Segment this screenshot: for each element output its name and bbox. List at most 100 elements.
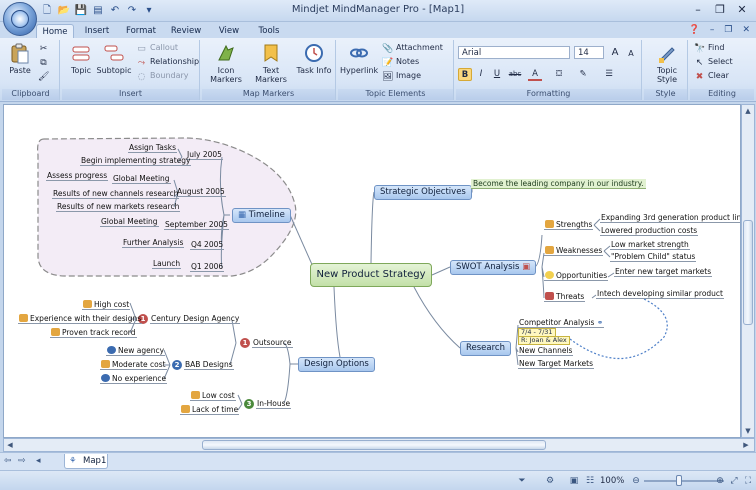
underline-button[interactable]: U [490, 68, 504, 81]
topic-in-house[interactable]: In-House [256, 399, 292, 409]
topic-august-2005[interactable]: August 2005 [176, 187, 226, 197]
strategic-note[interactable]: Become the leading company in our indust… [471, 179, 646, 189]
attachment-button[interactable]: 📎 Attachment [382, 42, 443, 54]
topic-global-meeting-2[interactable]: Global Meeting [100, 217, 159, 227]
ribbon-close-icon[interactable]: ✕ [742, 25, 750, 35]
zoom-slider-track[interactable] [644, 480, 724, 482]
topic-results-channels[interactable]: Results of new channels research [52, 189, 180, 199]
topic-new-channels[interactable]: New Channels [518, 346, 574, 356]
tab-home[interactable]: Home [36, 24, 74, 39]
topic-new-agency[interactable]: New agency [106, 346, 166, 356]
select-button[interactable]: ↖ Select [694, 56, 733, 68]
topic-global-meeting-1[interactable]: Global Meeting [112, 174, 171, 184]
topic-assign-tasks[interactable]: Assign Tasks [128, 143, 178, 153]
topic-threat-1[interactable]: Intech developing similar product [596, 289, 724, 299]
tab-format[interactable]: Format [124, 24, 158, 39]
topic-further-analysis[interactable]: Further Analysis [122, 238, 185, 248]
icon-markers-button[interactable]: Icon Markers [202, 42, 250, 84]
topic-lack-of-time[interactable]: Lack of time [180, 405, 240, 415]
topic-no-experience[interactable]: No experience [100, 374, 168, 384]
line-color-button[interactable]: ✎ [576, 68, 590, 81]
forward-arrow-icon[interactable]: ⇨ [18, 456, 26, 466]
text-markers-button[interactable]: Text Markers [252, 42, 290, 84]
topic-weakness-2[interactable]: "Problem Child" status [610, 252, 697, 262]
format-painter-button[interactable]: 🖌 [38, 70, 52, 82]
topic-outsource[interactable]: Outsource [252, 338, 293, 348]
vertical-scrollbar[interactable]: ▲ ▼ [741, 104, 755, 438]
font-size-select[interactable]: 14 [574, 46, 604, 59]
topic-july-2005[interactable]: July 2005 [186, 150, 223, 160]
topic-results-markets[interactable]: Results of new markets research [56, 202, 181, 212]
shrink-font-button[interactable]: A [624, 47, 638, 60]
find-button[interactable]: 🔭 Find [694, 42, 724, 54]
topic-weaknesses[interactable]: Weaknesses [544, 246, 604, 256]
restore-button[interactable]: ❐ [710, 2, 730, 18]
italic-button[interactable]: I [474, 68, 488, 81]
help-icon[interactable]: ❓ [689, 25, 700, 35]
fill-color-button[interactable]: ⛋ [552, 68, 566, 81]
subtopic-button[interactable]: Subtopic [96, 42, 132, 75]
topic-research[interactable]: Research [460, 341, 511, 356]
topic-strength-1[interactable]: Expanding 3rd generation product line [600, 213, 740, 223]
notes-button[interactable]: 📝 Notes [382, 56, 419, 68]
close-button[interactable]: ✕ [732, 2, 752, 18]
topic-timeline[interactable]: ▦ Timeline [232, 208, 291, 223]
topic-september-2005[interactable]: September 2005 [164, 220, 229, 230]
grow-font-button[interactable]: A [608, 46, 622, 59]
zoom-slider-thumb[interactable] [676, 475, 682, 486]
sheet-tab-map1[interactable]: ⚘ Map1 [64, 454, 108, 469]
topic-begin-implementing[interactable]: Begin implementing strategy [80, 156, 192, 166]
fit-map-icon[interactable]: ⤢ [728, 475, 740, 487]
strikethrough-button[interactable]: abc [506, 68, 524, 81]
font-name-select[interactable]: Arial [458, 46, 570, 59]
topic-launch[interactable]: Launch [152, 259, 182, 269]
office-button[interactable] [3, 2, 37, 36]
topic-proven[interactable]: Proven track record [50, 328, 137, 338]
font-color-button[interactable]: A [528, 68, 542, 81]
topic-button[interactable]: Topic [66, 42, 96, 75]
topic-q1-2006[interactable]: Q1 2006 [190, 262, 225, 272]
topic-century-design-agency[interactable]: Century Design Agency [150, 314, 241, 324]
topic-moderate-cost[interactable]: Moderate cost [100, 360, 167, 370]
callout-button[interactable]: ▭ Callout [136, 42, 178, 54]
topic-swot-analysis[interactable]: SWOT Analysis ▣ [450, 260, 537, 275]
topic-opportunity-1[interactable]: Enter new target markets [614, 267, 713, 277]
clear-button[interactable]: ✖ Clear [694, 70, 729, 82]
topic-opportunities[interactable]: Opportunities [544, 271, 609, 281]
paste-button[interactable]: Paste [5, 42, 35, 75]
topic-design-options[interactable]: Design Options [298, 357, 375, 372]
topic-weakness-1[interactable]: Low market strength [610, 240, 690, 250]
view-map-icon[interactable]: ▣ [568, 475, 580, 487]
cut-button[interactable]: ✂ [38, 42, 52, 54]
topic-high-cost[interactable]: High cost [82, 300, 131, 310]
topic-strategic-objectives[interactable]: Strategic Objectives [374, 185, 472, 200]
tab-insert[interactable]: Insert [80, 24, 114, 39]
back-arrow-icon[interactable]: ⇦ [4, 456, 12, 466]
filter-icon[interactable]: ⏷ [516, 475, 528, 487]
topic-strengths[interactable]: Strengths [544, 220, 594, 230]
central-topic[interactable]: New Product Strategy [310, 263, 432, 287]
zoom-out-icon[interactable]: ⊖ [630, 475, 642, 487]
tab-tools[interactable]: Tools [254, 24, 284, 39]
task-info-button[interactable]: Task Info [294, 42, 334, 75]
tab-review[interactable]: Review [168, 24, 204, 39]
topic-competitor-analysis[interactable]: Competitor Analysis ⚭ [518, 318, 605, 328]
image-button[interactable]: 🖼 Image [382, 70, 421, 82]
topic-style-button[interactable]: Topic Style [648, 42, 686, 84]
vertical-scroll-thumb[interactable] [743, 220, 753, 325]
ribbon-restore-icon[interactable]: ❐ [724, 25, 732, 35]
horizontal-scrollbar[interactable]: ◀ ▶ [3, 438, 755, 452]
map-canvas[interactable]: New Product Strategy Strategic Objective… [3, 104, 741, 438]
topic-experience[interactable]: Experience with their designs [18, 314, 143, 324]
scroll-up-icon[interactable]: ▲ [742, 105, 754, 117]
horizontal-scroll-thumb[interactable] [202, 440, 546, 450]
topic-assess-progress[interactable]: Assess progress [46, 171, 109, 181]
relationship-button[interactable]: ⤳ Relationship [136, 56, 199, 68]
topic-low-cost[interactable]: Low cost [190, 391, 236, 401]
tab-view[interactable]: View [214, 24, 244, 39]
view-outline-icon[interactable]: ☷ [584, 475, 596, 487]
fullscreen-icon[interactable]: ⛶ [742, 475, 754, 487]
hyperlink-button[interactable]: Hyperlink [340, 42, 378, 75]
copy-button[interactable]: ⧉ [38, 56, 52, 68]
minimize-button[interactable]: – [688, 2, 708, 18]
